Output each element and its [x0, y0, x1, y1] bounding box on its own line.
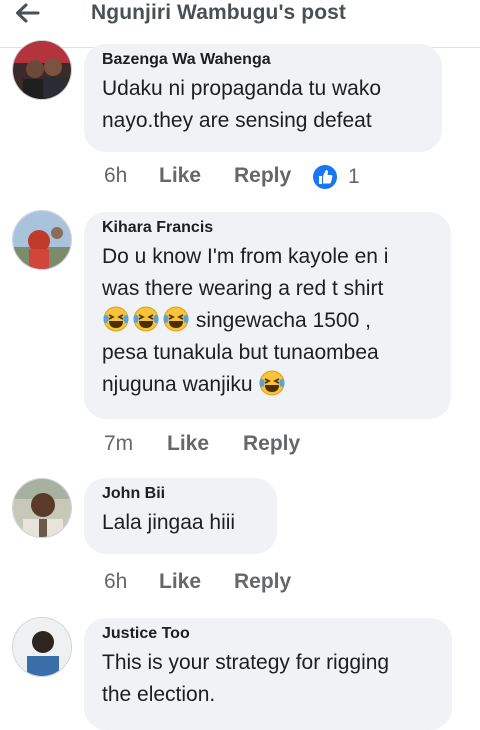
- top-bar: Ngunjiri Wambugu's post: [0, 0, 480, 48]
- comment-bubble: Bazenga Wa Wahenga Udaku ni propaganda t…: [84, 44, 442, 152]
- avatar[interactable]: [12, 40, 72, 100]
- like-button[interactable]: Like: [159, 570, 201, 594]
- comment-line: njuguna wanjiku: [102, 369, 433, 401]
- laughing-tears-emoji-icon: [133, 306, 159, 332]
- avatar-image: [13, 211, 71, 269]
- reaction-summary[interactable]: 1: [312, 164, 360, 190]
- like-button[interactable]: Like: [159, 164, 201, 188]
- comment-line: the election.: [102, 683, 216, 706]
- back-arrow-icon: [16, 3, 40, 23]
- comment-time[interactable]: 7m: [104, 432, 133, 456]
- comment-author[interactable]: Justice Too: [102, 625, 434, 643]
- post-title: Ngunjiri Wambugu's post: [91, 1, 346, 24]
- comment-actions: 7m Like Reply: [104, 432, 344, 462]
- reaction-count: 1: [348, 165, 360, 188]
- avatar-image: [13, 41, 71, 99]
- like-button[interactable]: Like: [167, 432, 209, 456]
- comment-text: This is your strategy for rigging the el…: [102, 647, 434, 711]
- comment-line: Do u know I'm from kayole en i: [102, 245, 389, 268]
- back-button[interactable]: [14, 0, 54, 26]
- comment-bubble: Justice Too This is your strategy for ri…: [84, 618, 452, 730]
- comment-text: Do u know I'm from kayole en i was there…: [102, 241, 433, 401]
- comment-text: Udaku ni propaganda tu wako nayo.they ar…: [102, 73, 424, 137]
- avatar[interactable]: [12, 478, 72, 538]
- comment-bubble: Kihara Francis Do u know I'm from kayole…: [84, 212, 451, 419]
- laughing-tears-emoji-icon: [163, 306, 189, 332]
- laughing-tears-emoji-icon: [259, 370, 285, 396]
- comment-author[interactable]: Bazenga Wa Wahenga: [102, 51, 424, 69]
- avatar-image: [13, 618, 71, 676]
- comment-time[interactable]: 6h: [104, 570, 127, 594]
- avatar-image: [13, 479, 71, 537]
- comment-author[interactable]: Kihara Francis: [102, 219, 433, 237]
- comment-bubble: John Bii Lala jingaa hiii: [84, 478, 277, 554]
- laughing-tears-emoji-icon: [103, 306, 129, 332]
- comment-line-text: njuguna wanjiku: [102, 373, 259, 396]
- comment-author[interactable]: John Bii: [102, 485, 259, 503]
- comment-time[interactable]: 6h: [104, 164, 127, 188]
- comment-line: was there wearing a red t shirt: [102, 277, 384, 300]
- comment-line-text: singewacha 1500 ,: [190, 309, 371, 332]
- comment-text: Lala jingaa hiii: [102, 507, 259, 539]
- reply-button[interactable]: Reply: [234, 570, 291, 594]
- avatar[interactable]: [12, 617, 72, 677]
- comment-line: pesa tunakula but tunaombea: [102, 341, 379, 364]
- comment-line: singewacha 1500 ,: [102, 305, 433, 337]
- comment-actions: 6h Like Reply: [104, 570, 344, 600]
- comment-line: Udaku ni propaganda tu wako: [102, 77, 382, 100]
- comment-actions: 6h Like Reply 1: [104, 164, 404, 194]
- comment-line: Lala jingaa hiii: [102, 511, 236, 534]
- comment-line: nayo.they are sensing defeat: [102, 109, 372, 132]
- thumbs-up-icon: [313, 165, 337, 189]
- reply-button[interactable]: Reply: [234, 164, 291, 188]
- avatar[interactable]: [12, 210, 72, 270]
- comment-line: This is your strategy for rigging: [102, 651, 390, 674]
- reply-button[interactable]: Reply: [243, 432, 300, 456]
